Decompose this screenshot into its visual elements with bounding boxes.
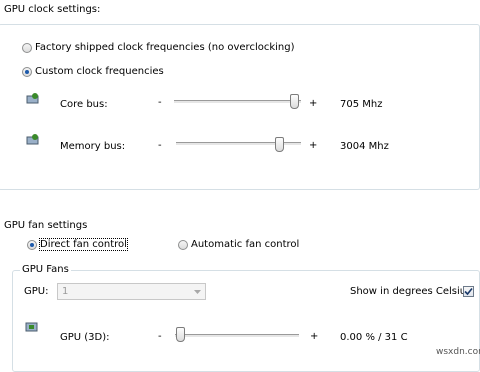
memory-bus-plus: +: [309, 140, 318, 151]
gpu-chip-icon: [25, 322, 38, 332]
automatic-fan-label[interactable]: Automatic fan control: [191, 239, 299, 250]
gpu-3d-label: GPU (3D):: [60, 332, 110, 343]
gpu-chip-icon: [26, 93, 39, 104]
memory-bus-label: Memory bus:: [60, 141, 126, 152]
memory-bus-minus: -: [158, 140, 162, 151]
automatic-fan-radio[interactable]: [178, 240, 188, 250]
gpu-3d-thumb[interactable]: [176, 327, 185, 342]
factory-clock-radio[interactable]: [22, 43, 32, 53]
core-bus-label: Core bus:: [60, 99, 108, 110]
custom-clock-radio[interactable]: [22, 67, 32, 77]
gpu-fan-title: GPU fan settings: [4, 220, 88, 231]
gpu-3d-track[interactable]: [175, 334, 299, 338]
gpu-clock-title: GPU clock settings:: [4, 4, 101, 15]
gpu-3d-minus: -: [158, 331, 162, 342]
memory-bus-thumb[interactable]: [275, 137, 284, 152]
watermark: wsxdn.com: [436, 347, 480, 357]
celsius-label: Show in degrees Celsius: [350, 286, 472, 297]
chevron-down-icon: [194, 290, 201, 294]
gpu-3d-plus: +: [310, 331, 319, 342]
custom-clock-label[interactable]: Custom clock frequencies: [35, 66, 164, 77]
core-bus-track[interactable]: [174, 100, 301, 104]
direct-fan-label[interactable]: Direct fan control: [39, 238, 128, 251]
direct-fan-radio[interactable]: [27, 240, 37, 250]
gpu-select[interactable]: 1: [57, 283, 206, 300]
core-bus-minus: -: [158, 97, 162, 108]
gpu-3d-value: 0.00 % / 31 C: [340, 332, 408, 343]
memory-bus-value: 3004 Mhz: [340, 141, 389, 152]
core-bus-thumb[interactable]: [290, 94, 299, 109]
core-bus-plus: +: [309, 98, 318, 109]
gpu-select-value: 1: [62, 286, 69, 297]
factory-clock-label[interactable]: Factory shipped clock frequencies (no ov…: [35, 42, 295, 53]
gpu-chip-icon: [26, 134, 39, 145]
gpu-fans-title: GPU Fans: [20, 264, 71, 275]
celsius-checkbox[interactable]: [463, 286, 474, 297]
checkmark-icon: [464, 287, 473, 296]
core-bus-value: 705 Mhz: [340, 99, 383, 110]
gpu-select-label: GPU:: [24, 286, 49, 297]
